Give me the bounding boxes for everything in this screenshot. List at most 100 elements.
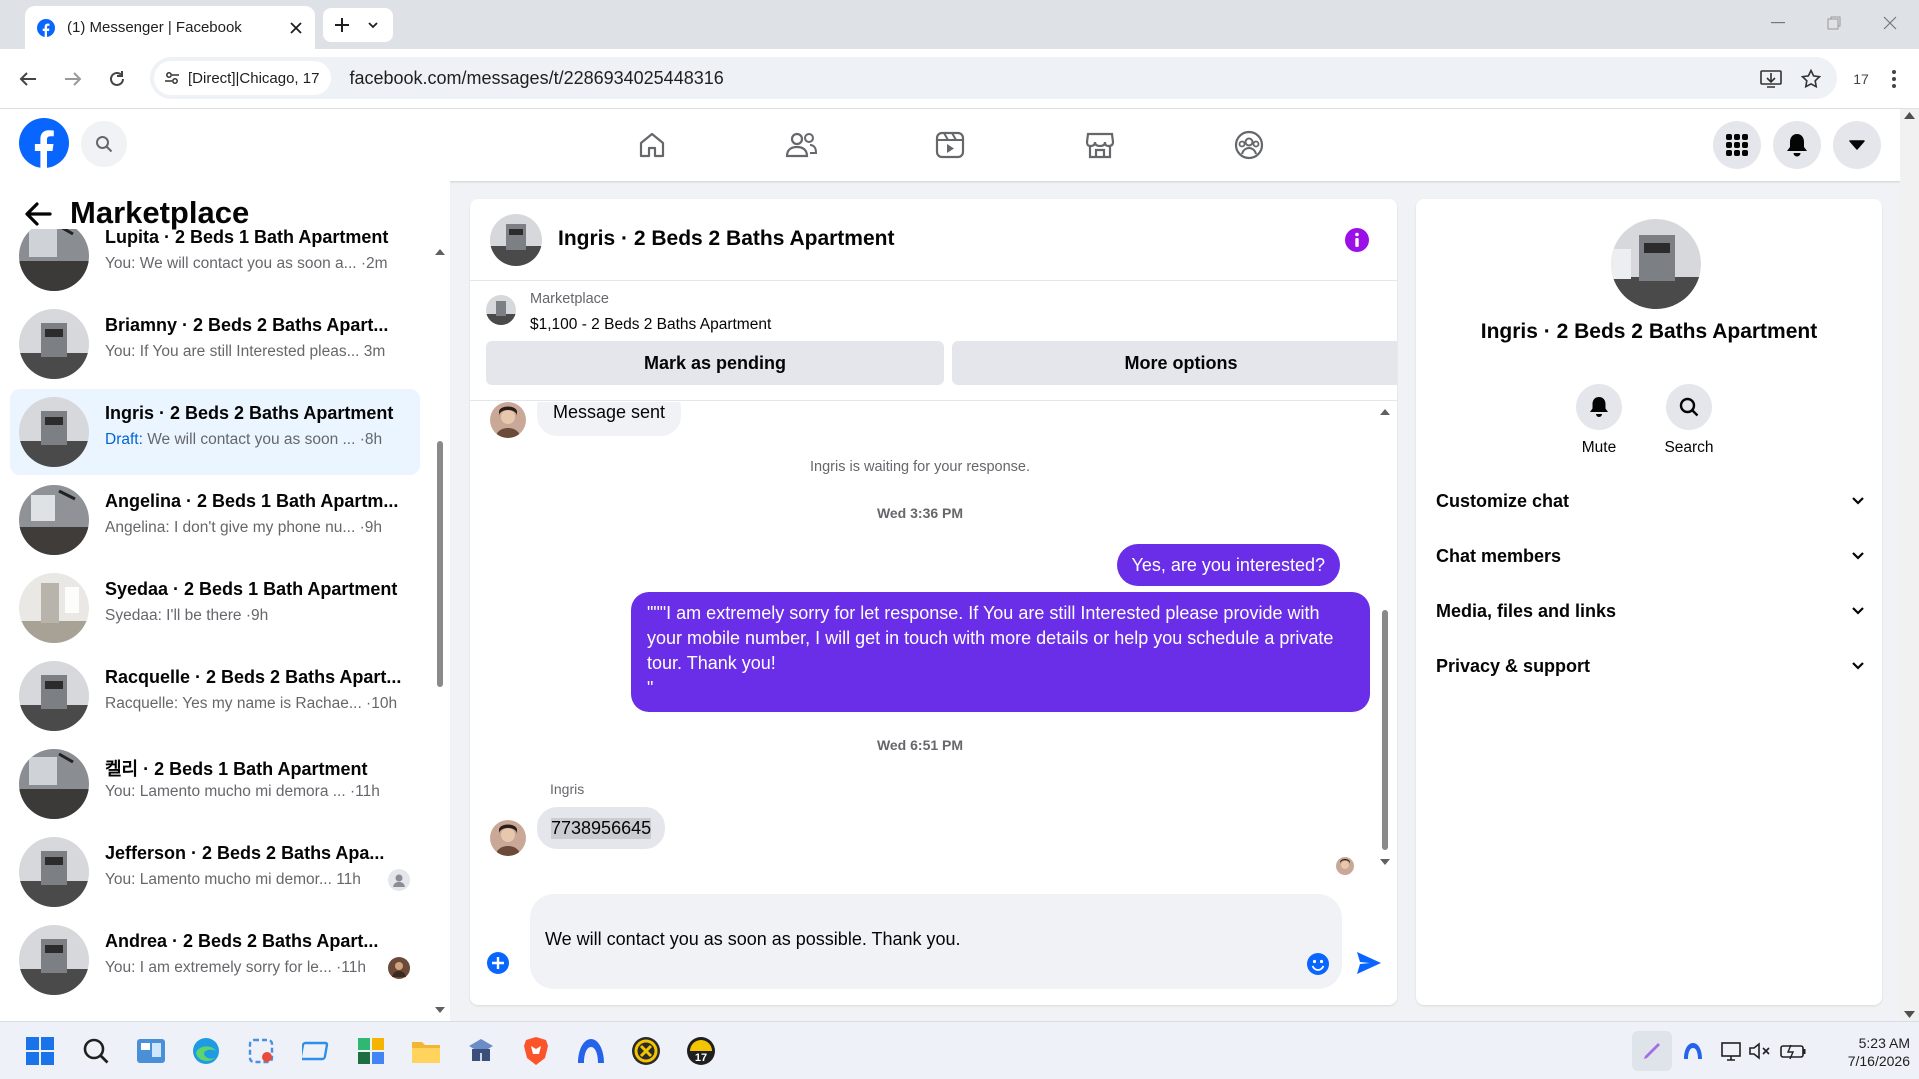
reload-icon[interactable] (101, 63, 133, 95)
listing-title[interactable]: $1,100 - 2 Beds 2 Baths Apartment (530, 316, 771, 334)
conversation-item[interactable]: Jefferson · 2 Beds 2 Baths Apa... You: L… (10, 829, 420, 915)
section-label: Privacy & support (1436, 655, 1591, 676)
back-arrow-icon[interactable] (24, 201, 52, 227)
close-tab-icon[interactable] (289, 21, 303, 35)
conversation-item[interactable]: Lupita · 2 Beds 1 Bath Apartment You: We… (10, 229, 420, 299)
site-info-chip[interactable]: [Direct]|Chicago, 17 (154, 61, 332, 95)
windows-start-icon[interactable] (21, 1032, 59, 1070)
conversation-preview: You: I am extremely sorry for le... ·11h (105, 959, 367, 976)
address-bar[interactable]: [Direct]|Chicago, 17 facebook.com/messag… (150, 57, 1837, 99)
browser-menu-icon[interactable] (1878, 63, 1910, 95)
window-close-icon[interactable] (1877, 10, 1903, 36)
chat-title[interactable]: Ingris · 2 Beds 2 Baths Apartment (558, 227, 894, 251)
chat-avatar[interactable] (490, 214, 542, 266)
conversation-preview: You: We will contact you as soon a... ·2… (105, 255, 388, 272)
search-facebook-button[interactable] (81, 121, 127, 167)
message-bubble-received[interactable]: 7738956645 (537, 807, 666, 849)
task-view-icon[interactable] (132, 1032, 170, 1070)
speedometer-app-icon[interactable]: 17 (682, 1032, 720, 1070)
conversation-name: Lupita · 2 Beds 1 Bath Apartment (105, 229, 389, 247)
ix-app-icon[interactable] (627, 1032, 665, 1070)
conversation-preview: Racquelle: Yes my name is Rachae... ·10h (105, 695, 398, 712)
message-input[interactable]: We will contact you as soon as possible.… (530, 894, 1342, 989)
browser-app-icon[interactable] (572, 1032, 610, 1070)
chevron-down-icon (1852, 662, 1864, 670)
conversation-item[interactable]: 켈리 · 2 Beds 1 Bath Apartment You: Lament… (10, 741, 420, 827)
tab-search-chevron-icon[interactable] (367, 19, 379, 31)
conversation-item[interactable]: Andrea · 2 Beds 2 Baths Apart... You: I … (10, 917, 420, 1003)
home-nav-icon[interactable] (628, 123, 676, 167)
conversation-name: Briamny · 2 Beds 2 Baths Apart... (105, 315, 389, 335)
conversation-item-active[interactable]: Ingris · 2 Beds 2 Baths Apartment Draft:… (10, 389, 420, 475)
restore-icon[interactable] (1821, 10, 1847, 36)
groups-nav-icon[interactable] (1225, 123, 1273, 167)
listing-source: Marketplace (530, 291, 609, 307)
message-bubble-received[interactable]: Message sent (537, 402, 682, 436)
new-tab-icon[interactable] (334, 17, 350, 33)
extensions-count[interactable]: 17 (1845, 63, 1877, 95)
marketplace-nav-icon[interactable] (1076, 123, 1124, 167)
forward-icon[interactable] (57, 63, 89, 95)
conversation-item[interactable]: Racquelle · 2 Beds 2 Baths Apart... Racq… (10, 653, 420, 739)
listing-thumbnail[interactable] (486, 295, 516, 325)
listing-thumbnail (19, 573, 89, 643)
video-nav-icon[interactable] (926, 123, 974, 167)
phone-number-text[interactable]: 7738956645 (551, 817, 652, 839)
taskbar-search-icon[interactable] (77, 1032, 115, 1070)
page-scrollbar[interactable] (1900, 109, 1919, 1021)
mark-as-pending-button[interactable]: Mark as pending (486, 341, 944, 385)
conversation-info-icon[interactable] (1344, 227, 1370, 253)
message-bubble-sent[interactable]: """I am extremely sorry for let response… (631, 592, 1370, 712)
conversation-item[interactable]: Syedaa · 2 Beds 1 Bath Apartment Syedaa:… (10, 565, 420, 651)
account-button[interactable] (1833, 121, 1881, 169)
mute-label: Mute (1581, 439, 1617, 456)
sidebar-scrollbar[interactable] (433, 241, 447, 1013)
bell-icon (1786, 133, 1808, 157)
menu-button[interactable] (1713, 121, 1761, 169)
notifications-button[interactable] (1773, 121, 1821, 169)
chevron-down-icon (1852, 607, 1864, 615)
minimize-icon[interactable] (1765, 10, 1791, 36)
message-input-text[interactable]: We will contact you as soon as possible.… (545, 929, 961, 950)
chat-members-section[interactable]: Chat members (1436, 538, 1864, 574)
more-options-button[interactable]: More options (952, 341, 1397, 385)
profile-name[interactable]: Ingris · 2 Beds 2 Baths Apartment (1416, 320, 1882, 344)
add-attachment-icon[interactable] (486, 951, 510, 975)
vpn-app-icon[interactable] (462, 1032, 500, 1070)
pen-menu-icon[interactable] (1632, 1031, 1672, 1071)
back-icon[interactable] (12, 63, 44, 95)
chat-scrollbar[interactable] (1378, 404, 1392, 869)
battery-icon[interactable] (1774, 1032, 1812, 1070)
tray-vpn-icon[interactable] (1674, 1032, 1712, 1070)
remote-desktop-icon[interactable] (297, 1032, 335, 1070)
file-explorer-icon[interactable] (407, 1032, 445, 1070)
spreadsheet-app-icon[interactable] (352, 1032, 390, 1070)
snipping-tool-icon[interactable] (242, 1032, 280, 1070)
send-icon[interactable] (1356, 951, 1382, 975)
browser-tab[interactable]: (1) Messenger | Facebook (25, 6, 315, 49)
search-in-chat-button[interactable] (1666, 384, 1712, 430)
edge-browser-icon[interactable] (187, 1032, 225, 1070)
conversation-name: Racquelle · 2 Beds 2 Baths Apart... (105, 667, 402, 687)
system-clock[interactable]: 5:23 AM 7/16/2026 (1810, 1034, 1910, 1070)
customize-chat-section[interactable]: Customize chat (1436, 483, 1864, 519)
brave-browser-icon[interactable] (517, 1032, 555, 1070)
facebook-logo-icon[interactable] (19, 118, 69, 168)
emoji-icon[interactable] (1306, 952, 1330, 976)
message-bubble-sent[interactable]: Yes, are you interested? (1116, 544, 1340, 586)
bookmark-star-icon[interactable] (1795, 63, 1827, 95)
media-files-links-section[interactable]: Media, files and links (1436, 593, 1864, 629)
conversation-name: Angelina · 2 Beds 1 Bath Apartm... (105, 491, 399, 511)
conversation-sidebar: Marketplace Lupita · 2 Beds 1 Bath Apart… (0, 181, 450, 1021)
install-app-icon[interactable] (1755, 63, 1787, 95)
conversation-list: Lupita · 2 Beds 1 Bath Apartment You: We… (0, 229, 430, 1021)
bell-icon (1576, 384, 1622, 430)
mute-button[interactable] (1576, 384, 1622, 430)
url-text[interactable]: facebook.com/messages/t/2286934025448316 (349, 68, 723, 89)
profile-avatar[interactable] (1611, 219, 1701, 309)
sender-avatar[interactable] (490, 820, 526, 856)
friends-nav-icon[interactable] (777, 123, 825, 167)
conversation-item[interactable]: Briamny · 2 Beds 2 Baths Apart... You: I… (10, 301, 420, 387)
conversation-item[interactable]: Angelina · 2 Beds 1 Bath Apartm... Angel… (10, 477, 420, 563)
privacy-support-section[interactable]: Privacy & support (1436, 648, 1864, 684)
